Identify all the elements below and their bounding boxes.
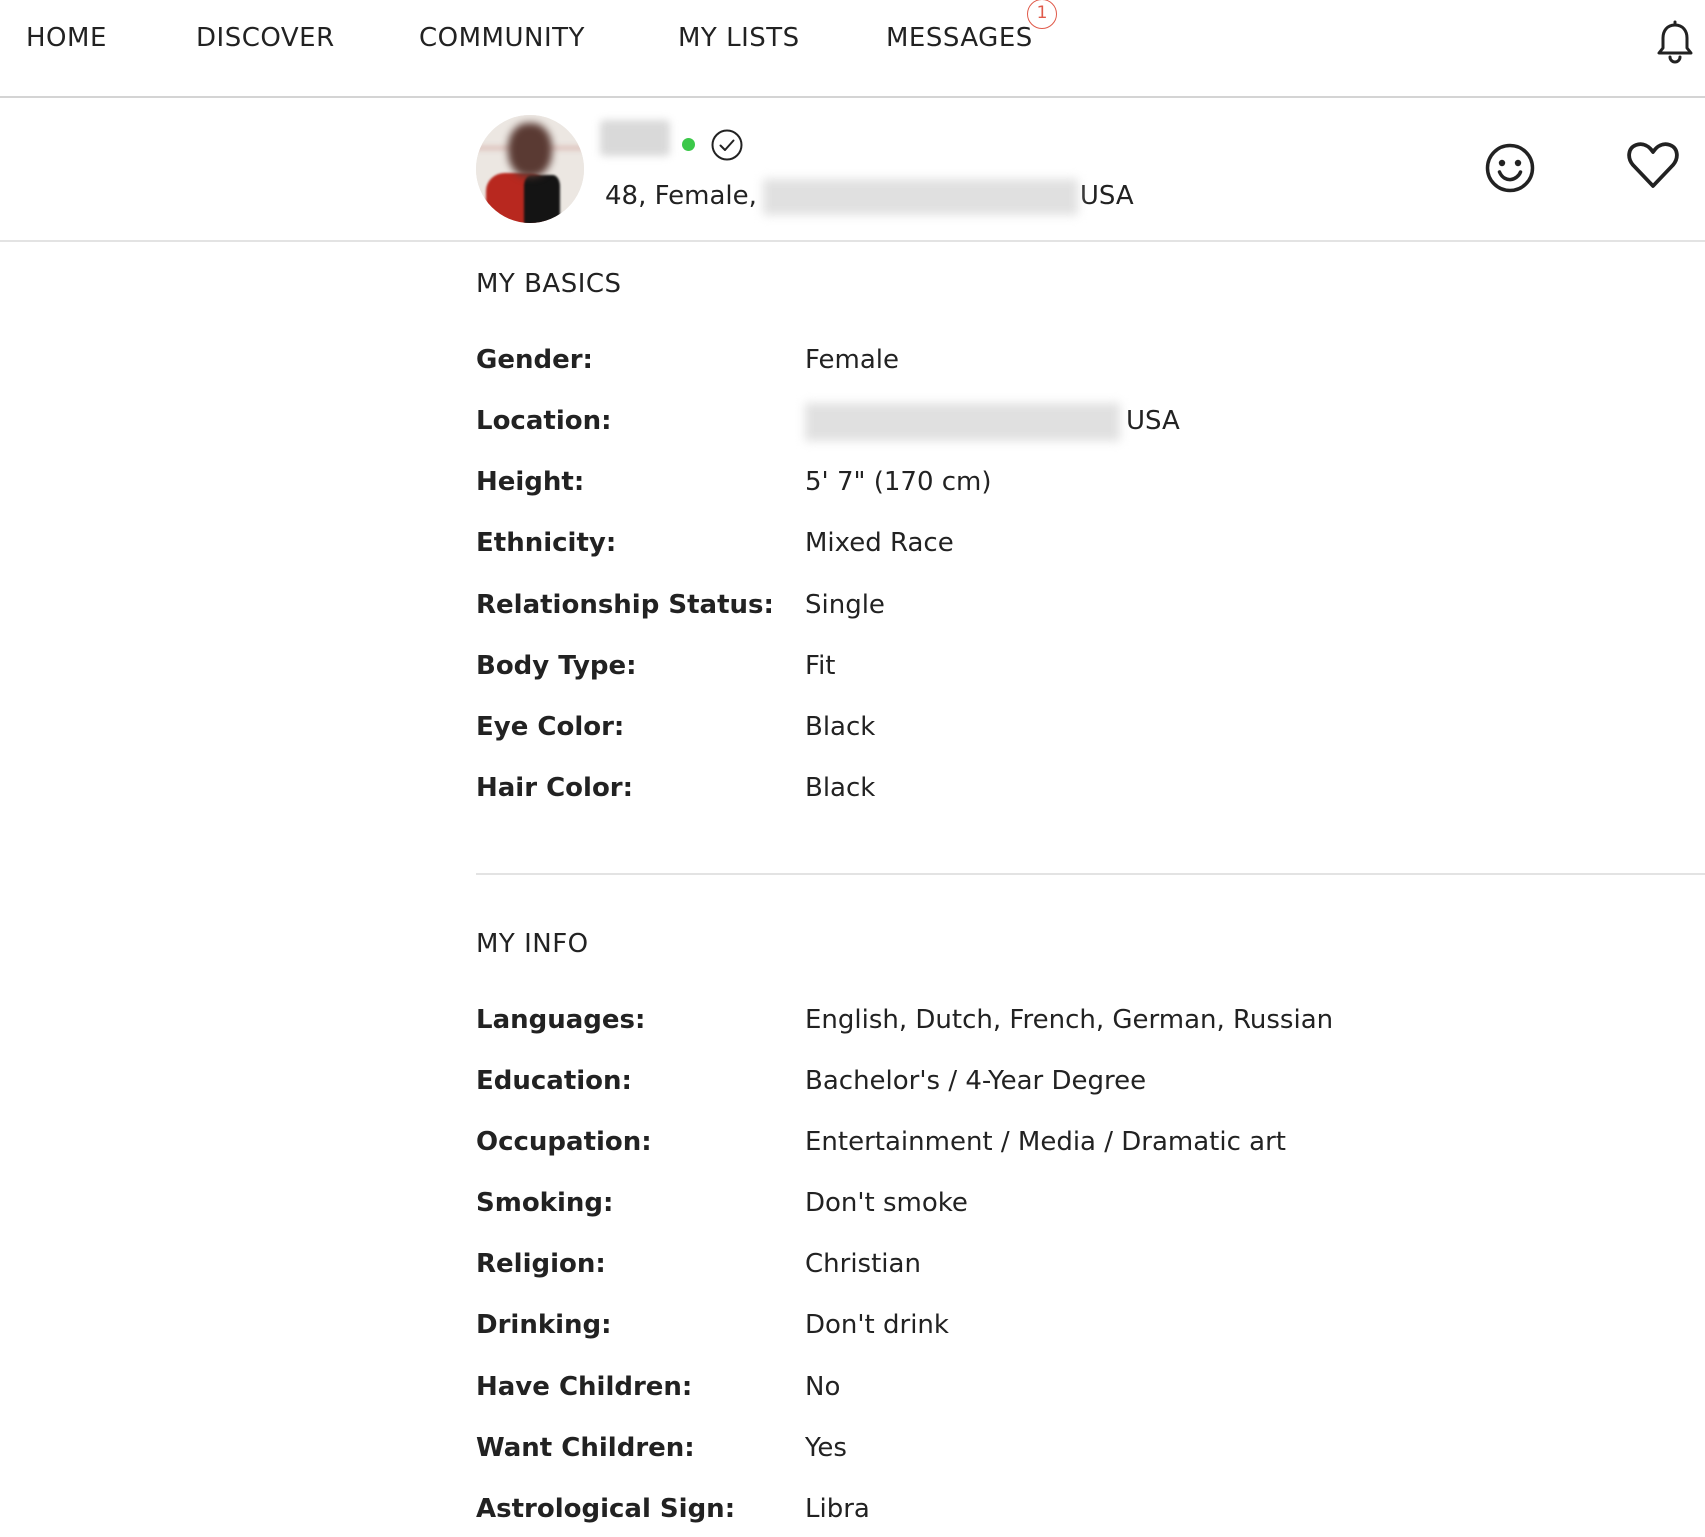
info-row-occupation: Occupation: Entertainment / Media / Dram… xyxy=(476,1122,1676,1162)
nav-messages[interactable]: MESSAGES xyxy=(886,22,1033,54)
section-divider xyxy=(476,873,1705,875)
row-label: Want Children: xyxy=(476,1433,695,1463)
online-status-dot xyxy=(682,138,695,151)
row-label: Eye Color: xyxy=(476,712,625,742)
nav-community[interactable]: COMMUNITY xyxy=(419,22,585,54)
row-label: Drinking: xyxy=(476,1310,612,1340)
location-redacted xyxy=(762,178,1078,215)
profile-header: 48, Female, USA xyxy=(0,98,1705,242)
section-title-my-basics: MY BASICS xyxy=(476,269,622,299)
row-value: Female xyxy=(805,345,900,375)
basics-row-relationship-status: Relationship Status: Single xyxy=(476,585,1676,625)
row-value-location: USA xyxy=(805,401,1180,441)
row-value: Bachelor's / 4-Year Degree xyxy=(805,1066,1147,1096)
row-value: Fit xyxy=(805,651,836,681)
row-value: English, Dutch, French, German, Russian xyxy=(805,1005,1334,1035)
row-value: Don't smoke xyxy=(805,1188,968,1218)
row-value: Black xyxy=(805,773,876,803)
row-value: Yes xyxy=(805,1433,847,1463)
heart-icon[interactable] xyxy=(1625,138,1681,194)
nav-my-lists[interactable]: MY LISTS xyxy=(678,22,800,54)
info-row-education: Education: Bachelor's / 4-Year Degree xyxy=(476,1061,1676,1101)
row-label: Religion: xyxy=(476,1249,606,1279)
row-value: Mixed Race xyxy=(805,528,954,558)
info-row-want-children: Want Children: Yes xyxy=(476,1428,1676,1468)
row-label: Have Children: xyxy=(476,1372,693,1402)
profile-summary: 48, Female, USA xyxy=(605,178,1134,215)
row-value: Christian xyxy=(805,1249,921,1279)
bell-icon[interactable] xyxy=(1655,20,1695,64)
info-row-religion: Religion: Christian xyxy=(476,1244,1676,1284)
row-label: Ethnicity: xyxy=(476,528,617,558)
basics-row-body-type: Body Type: Fit xyxy=(476,646,1676,686)
info-row-drinking: Drinking: Don't drink xyxy=(476,1305,1676,1345)
row-value: No xyxy=(805,1372,841,1402)
basics-row-location: Location: USA xyxy=(476,401,1676,441)
basics-row-eye-color: Eye Color: Black xyxy=(476,707,1676,747)
info-row-languages: Languages: English, Dutch, French, Germa… xyxy=(476,1000,1676,1040)
row-value: 5' 7" (170 cm) xyxy=(805,467,992,497)
row-label: Location: xyxy=(476,406,612,436)
wink-icon[interactable] xyxy=(1484,142,1536,194)
profile-summary-age-gender: 48, Female, xyxy=(605,181,757,211)
top-navigation: HOME DISCOVER COMMUNITY MY LISTS MESSAGE… xyxy=(0,0,1705,98)
basics-row-height: Height: 5' 7" (170 cm) xyxy=(476,462,1676,502)
info-row-have-children: Have Children: No xyxy=(476,1367,1676,1407)
nav-home[interactable]: HOME xyxy=(26,22,107,54)
row-value: Entertainment / Media / Dramatic art xyxy=(805,1127,1286,1157)
row-value: Don't drink xyxy=(805,1310,949,1340)
row-label: Astrological Sign: xyxy=(476,1494,736,1524)
row-value: Libra xyxy=(805,1494,870,1524)
location-redacted xyxy=(805,402,1120,441)
verified-check-icon xyxy=(711,129,743,161)
basics-row-gender: Gender: Female xyxy=(476,340,1676,380)
info-row-smoking: Smoking: Don't smoke xyxy=(476,1183,1676,1223)
row-label: Gender: xyxy=(476,345,593,375)
row-label: Languages: xyxy=(476,1005,646,1035)
location-country: USA xyxy=(1126,406,1180,436)
row-label: Body Type: xyxy=(476,651,637,681)
row-label: Height: xyxy=(476,467,585,497)
section-title-my-info: MY INFO xyxy=(476,929,589,959)
row-label: Relationship Status: xyxy=(476,590,774,620)
row-label: Occupation: xyxy=(476,1127,652,1157)
basics-row-ethnicity: Ethnicity: Mixed Race xyxy=(476,523,1676,563)
row-label: Education: xyxy=(476,1066,632,1096)
row-label: Hair Color: xyxy=(476,773,634,803)
basics-row-hair-color: Hair Color: Black xyxy=(476,768,1676,808)
avatar[interactable] xyxy=(476,115,584,223)
row-label: Smoking: xyxy=(476,1188,614,1218)
profile-name-redacted xyxy=(600,120,670,156)
messages-count-badge: 1 xyxy=(1027,0,1057,29)
info-row-astrological-sign: Astrological Sign: Libra xyxy=(476,1489,1676,1529)
row-value: Black xyxy=(805,712,876,742)
profile-summary-country: USA xyxy=(1079,181,1134,211)
nav-discover[interactable]: DISCOVER xyxy=(196,22,335,54)
row-value: Single xyxy=(805,590,885,620)
